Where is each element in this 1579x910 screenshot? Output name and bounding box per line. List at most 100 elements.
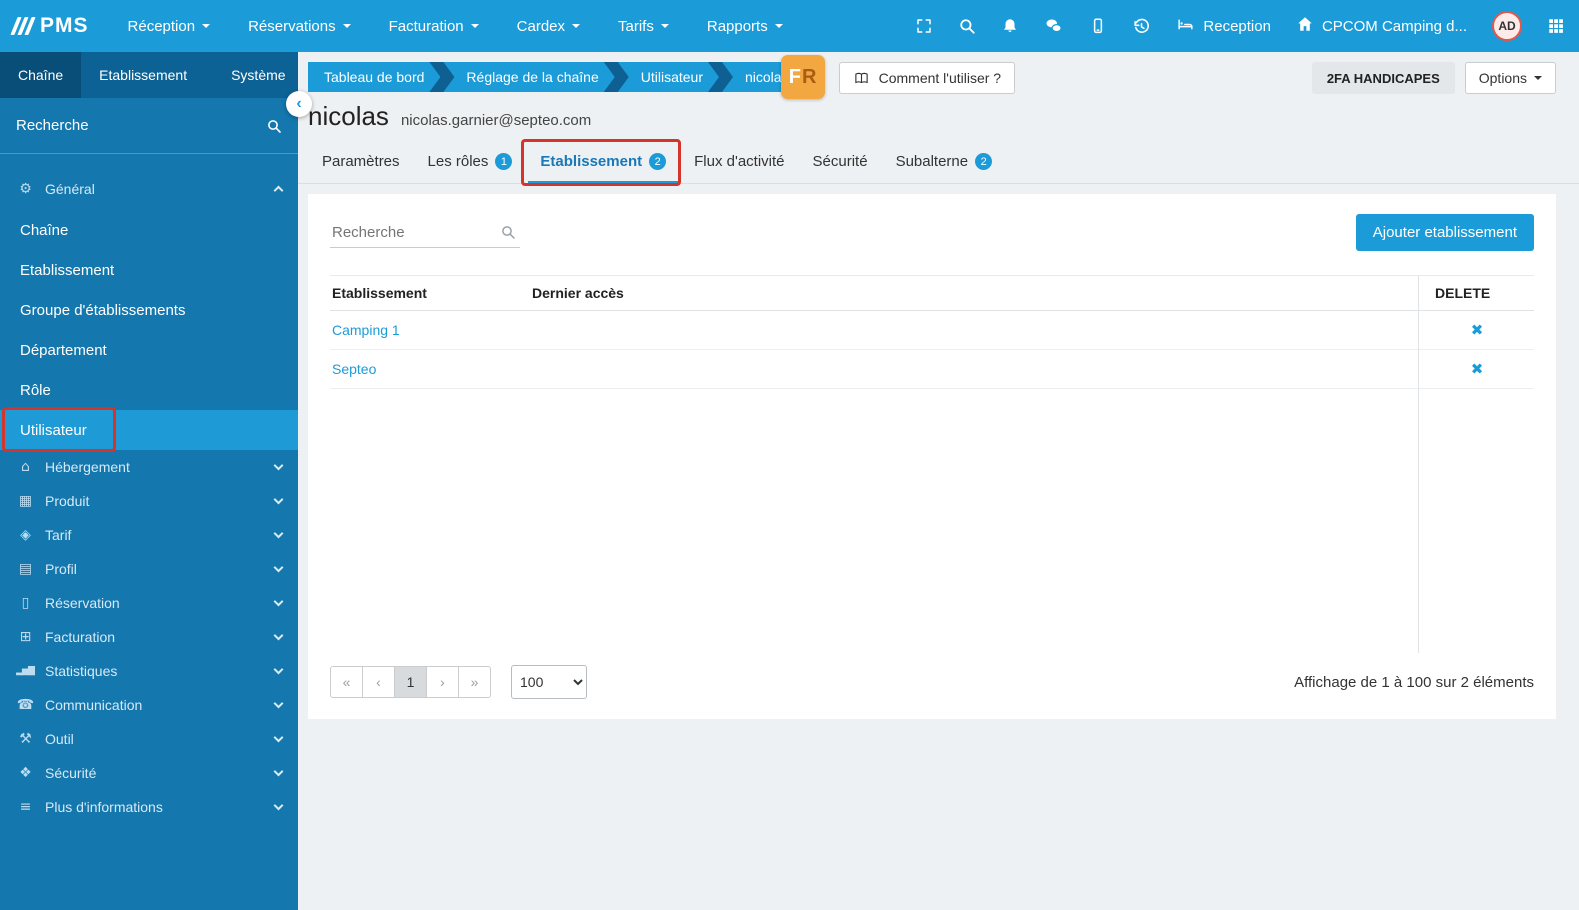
- book-icon: [854, 72, 868, 83]
- chevron-down-icon: [470, 24, 479, 28]
- sidebar-section-plus-informations[interactable]: ≡ Plus d'informations: [0, 790, 298, 824]
- help-button[interactable]: Comment l'utiliser ?: [838, 62, 1016, 94]
- sidebar-tab-systeme[interactable]: Système: [205, 52, 303, 98]
- chat-icon[interactable]: [1044, 17, 1064, 35]
- table-row: Septeo ✖: [330, 349, 1534, 389]
- mobile-device-icon[interactable]: [1089, 17, 1107, 35]
- avatar[interactable]: AD: [1492, 11, 1522, 41]
- chevron-down-icon: [273, 664, 284, 675]
- tab-label: Subalterne: [895, 153, 969, 170]
- user-email: nicolas.garnier@septeo.com: [400, 112, 592, 129]
- chevron-down-icon: [273, 800, 284, 811]
- column-header-delete: DELETE: [1420, 275, 1534, 311]
- apps-grid-icon[interactable]: [1547, 17, 1565, 35]
- sidebar-section-statistiques[interactable]: ▂▅▇ Statistiques: [0, 654, 298, 688]
- sidebar-search[interactable]: Recherche: [0, 98, 298, 154]
- reception-label: Reception: [1203, 17, 1271, 35]
- section-label: Réservation: [45, 595, 120, 611]
- section-label: Facturation: [45, 629, 116, 645]
- sidebar-section-outil[interactable]: ⚒ Outil: [0, 722, 298, 756]
- breadcrumb-item-utilisateur[interactable]: Utilisateur: [618, 62, 719, 92]
- site-label: CPCOM Camping d...: [1321, 17, 1467, 35]
- boxes-icon: ▦: [18, 493, 32, 509]
- tab-flux-activite[interactable]: Flux d'activité: [682, 144, 796, 184]
- options-button[interactable]: Options: [1464, 62, 1556, 94]
- sidebar-section-profil[interactable]: ▤ Profil: [0, 552, 298, 586]
- sidebar-item-utilisateur[interactable]: Utilisateur: [0, 410, 298, 450]
- menu-label: Réception: [127, 17, 196, 35]
- top-menu-bar: Réception Réservations Facturation Carde…: [109, 0, 802, 52]
- app-logo[interactable]: PMS: [10, 14, 89, 38]
- section-label: Hébergement: [45, 459, 130, 475]
- column-header-etablissement: Etablissement: [330, 275, 530, 311]
- tab-label: Etablissement: [540, 153, 643, 170]
- site-context[interactable]: CPCOM Camping d...: [1296, 15, 1467, 37]
- sidebar-item-role[interactable]: Rôle: [0, 370, 298, 410]
- sidebar-tab-etablissement[interactable]: Etablissement: [81, 52, 205, 98]
- twofa-handicapes-button[interactable]: 2FA HANDICAPES: [1311, 62, 1455, 94]
- chevron-down-icon: [273, 732, 284, 743]
- tab-subalterne[interactable]: Subalterne 2: [884, 144, 1005, 184]
- sidebar-section-securite[interactable]: ❖ Sécurité: [0, 756, 298, 790]
- chevron-down-icon: [660, 24, 669, 28]
- pms-logo-icon: [10, 17, 36, 35]
- pagination-prev-button[interactable]: ‹: [362, 666, 395, 698]
- menu-reception[interactable]: Réception: [109, 0, 230, 52]
- chevron-down-icon: [202, 24, 211, 28]
- search-input[interactable]: [330, 217, 520, 248]
- establishment-link-septeo[interactable]: Septeo: [332, 361, 376, 377]
- delete-icon[interactable]: ✖: [1471, 321, 1484, 339]
- tab-les-roles[interactable]: Les rôles 1: [416, 144, 525, 184]
- pagination-first-button[interactable]: «: [330, 666, 363, 698]
- section-label: Sécurité: [45, 765, 97, 781]
- sidebar-section-facturation[interactable]: ⊞ Facturation: [0, 620, 298, 654]
- sidebar-item-etablissement[interactable]: Etablissement: [0, 250, 298, 290]
- fullscreen-icon[interactable]: [915, 17, 933, 35]
- sidebar-item-chaine[interactable]: Chaîne: [0, 210, 298, 250]
- pagination-summary: Affichage de 1 à 100 sur 2 éléments: [1294, 673, 1534, 691]
- breadcrumb: Tableau de bord Réglage de la chaîne Uti…: [308, 62, 805, 92]
- menu-cardex[interactable]: Cardex: [498, 0, 599, 52]
- sidebar-section-hebergement[interactable]: ⌂ Hébergement: [0, 450, 298, 484]
- count-badge: 2: [975, 153, 993, 170]
- tab-parametres[interactable]: Paramètres: [310, 144, 412, 184]
- sidebar-section-communication[interactable]: ☎ Communication: [0, 688, 298, 722]
- chevron-down-icon: [273, 460, 284, 471]
- search-icon[interactable]: [958, 17, 976, 35]
- tab-etablissement[interactable]: Etablissement 2: [528, 144, 679, 184]
- sidebar-item-groupe-etablissements[interactable]: Groupe d'établissements: [0, 290, 298, 330]
- menu-label: Cardex: [516, 17, 566, 35]
- tab-securite[interactable]: Sécurité: [801, 144, 880, 184]
- establishment-link-camping-1[interactable]: Camping 1: [332, 322, 400, 338]
- breadcrumb-item-reglage-chaine[interactable]: Réglage de la chaîne: [443, 62, 614, 92]
- menu-reservations[interactable]: Réservations: [229, 0, 370, 52]
- sidebar-collapse-button[interactable]: ‹: [286, 91, 312, 117]
- menu-tarifs[interactable]: Tarifs: [599, 0, 688, 52]
- logo-text: PMS: [40, 14, 89, 37]
- menu-label: Facturation: [388, 17, 464, 35]
- notifications-bell-icon[interactable]: [1001, 17, 1019, 35]
- section-label: Tarif: [45, 527, 72, 543]
- breadcrumb-item-tableau-de-bord[interactable]: Tableau de bord: [308, 62, 440, 92]
- sidebar-item-departement[interactable]: Département: [0, 330, 298, 370]
- sidebar-section-produit[interactable]: ▦ Produit: [0, 484, 298, 518]
- delete-icon[interactable]: ✖: [1471, 360, 1484, 378]
- pagination-page-1-button[interactable]: 1: [394, 666, 427, 698]
- search-icon: [502, 225, 515, 239]
- chevron-down-icon: [342, 24, 351, 28]
- reception-context[interactable]: Reception: [1176, 16, 1271, 37]
- sidebar-tab-chaine[interactable]: Chaîne: [0, 52, 82, 98]
- pagination-last-button[interactable]: »: [458, 666, 491, 698]
- tools-icon: ⚒: [19, 731, 32, 747]
- menu-facturation[interactable]: Facturation: [370, 0, 498, 52]
- sidebar-section-tarif[interactable]: ◈ Tarif: [0, 518, 298, 552]
- add-establishment-button[interactable]: Ajouter etablissement: [1355, 214, 1534, 251]
- sidebar-section-general[interactable]: ⚙ Général: [0, 168, 298, 210]
- history-icon[interactable]: [1132, 17, 1151, 36]
- menu-rapports[interactable]: Rapports: [688, 0, 802, 52]
- count-badge: 1: [495, 153, 513, 170]
- tab-label: Flux d'activité: [694, 153, 785, 170]
- pagination-next-button[interactable]: ›: [426, 666, 459, 698]
- page-size-select[interactable]: 100: [511, 665, 587, 699]
- sidebar-section-reservation[interactable]: ▯ Réservation: [0, 586, 298, 620]
